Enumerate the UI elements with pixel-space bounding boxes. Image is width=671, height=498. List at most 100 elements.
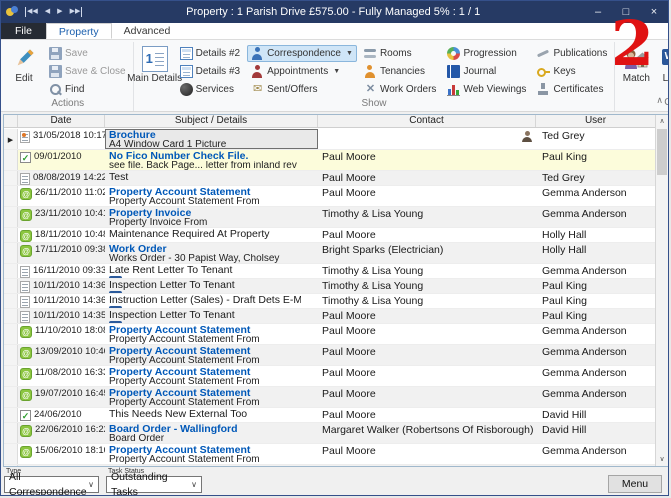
- tab-advanced[interactable]: Advanced: [112, 23, 183, 39]
- scrollbar-thumb[interactable]: [657, 129, 667, 175]
- web-viewings-button[interactable]: Web Viewings: [443, 81, 530, 98]
- progression-button[interactable]: Progression: [443, 45, 530, 62]
- ribbon-group-show: 1 Main Details Details #2 Details #3 Ser…: [134, 42, 616, 111]
- collapse-ribbon-chevron-icon[interactable]: ∧: [656, 95, 663, 106]
- publications-button[interactable]: Publications: [533, 45, 611, 62]
- cell-contact: Paul Moore: [318, 408, 536, 422]
- cell-date: @18/11/2010 10:48: [18, 228, 105, 242]
- appointments-button[interactable]: Appointments▼: [247, 63, 357, 80]
- nav-previous-button[interactable]: ◀: [45, 7, 50, 17]
- table-row[interactable]: @23/11/2010 10:41Property InvoicePropert…: [4, 207, 655, 228]
- pen-icon: [537, 47, 550, 60]
- cell-date: @23/11/2010 10:41: [18, 207, 105, 227]
- row-indicator: [4, 345, 18, 365]
- task-check-icon: ✓: [20, 410, 31, 421]
- table-row[interactable]: @13/09/2010 10:46Property Account Statem…: [4, 345, 655, 366]
- table-body: ▶31/05/2018 10:17BrochureA4 Window Card …: [4, 129, 655, 466]
- cell-user: Gemma Anderson: [536, 366, 655, 386]
- dropdown-arrow-icon: ▼: [346, 50, 353, 57]
- certificates-button[interactable]: Certificates: [533, 81, 611, 98]
- row-indicator: [4, 465, 18, 466]
- tab-file[interactable]: File: [1, 23, 46, 39]
- letter-button[interactable]: W Letter: [657, 44, 668, 84]
- cell-subject: Property Account StatementProperty Accou…: [105, 444, 318, 464]
- cell-contact: Paul Moore: [318, 444, 536, 464]
- row-indicator: [4, 423, 18, 443]
- email-at-icon: @: [20, 188, 32, 200]
- table-row[interactable]: @11/08/2010 16:33Property Account Statem…: [4, 366, 655, 387]
- cell-contact: Paul Moore: [318, 366, 536, 386]
- floppy-icon: [49, 47, 62, 60]
- table-row[interactable]: @11/10/2010 18:08Property Account Statem…: [4, 324, 655, 345]
- correspondence-button[interactable]: Correspondence▼: [247, 45, 357, 62]
- journal-button[interactable]: Journal: [443, 63, 530, 80]
- table-row[interactable]: ✓24/06/2010This Needs New External TooPa…: [4, 408, 655, 423]
- details-2-button[interactable]: Details #2: [176, 45, 244, 62]
- tab-property[interactable]: Property: [46, 23, 112, 39]
- tenancies-button[interactable]: Tenancies: [360, 63, 441, 80]
- row-indicator: [4, 294, 18, 308]
- table-row[interactable]: 16/11/2010 09:33Late Rent Letter To Tena…: [4, 264, 655, 279]
- task-status-filter-dropdown[interactable]: Outstanding Tasks∨: [106, 476, 202, 493]
- sent-offers-button[interactable]: ✉Sent/Offers: [247, 81, 357, 98]
- row-indicator: ▶: [4, 129, 18, 149]
- cell-contact: Paul Moore: [318, 465, 536, 466]
- column-header-user[interactable]: User: [536, 115, 655, 127]
- cell-user: David Hill: [536, 423, 655, 443]
- scroll-up-arrow-icon[interactable]: ∧: [656, 115, 668, 128]
- save-button[interactable]: Save: [45, 45, 130, 62]
- cell-contact: Margaret Walker (Robertsons Of Risboroug…: [318, 423, 536, 443]
- table-header: Date Subject / Details Contact User: [4, 115, 655, 128]
- minimize-button[interactable]: –: [584, 1, 612, 23]
- cell-date: ✓09/01/2010: [18, 150, 105, 170]
- row-indicator: [4, 228, 18, 242]
- save-and-close-button[interactable]: Save & Close: [45, 63, 130, 80]
- cell-contact: Timothy & Lisa Young: [318, 294, 536, 308]
- table-row[interactable]: @26/11/2010 11:02Property Account Statem…: [4, 186, 655, 207]
- column-header-date[interactable]: Date: [18, 115, 105, 127]
- nav-last-button[interactable]: ▶▶: [70, 7, 83, 17]
- cell-date: 31/05/2018 10:17: [18, 129, 105, 149]
- table-row[interactable]: @17/11/2010 09:38Work OrderWorks Order -…: [4, 243, 655, 264]
- vertical-scrollbar[interactable]: ∧ ∨: [655, 115, 668, 466]
- table-row[interactable]: @22/06/2010 16:22Board Order - Wallingfo…: [4, 423, 655, 444]
- table-row[interactable]: ✓09/01/2010No Fico Number Check File.see…: [4, 150, 655, 171]
- nav-next-button[interactable]: ▶: [57, 7, 62, 17]
- cell-user: Holly Hall: [536, 228, 655, 242]
- scroll-down-arrow-icon[interactable]: ∨: [656, 453, 668, 466]
- table-row[interactable]: ▶31/05/2018 10:17BrochureA4 Window Card …: [4, 129, 655, 150]
- table-row[interactable]: 10/11/2010 14:35Inspection Letter To Ten…: [4, 309, 655, 324]
- brochure-icon: [20, 131, 30, 143]
- details-3-button[interactable]: Details #3: [176, 63, 244, 80]
- cell-subject: Instruction Letter (Sales) - Draft Dets …: [105, 294, 318, 308]
- column-header-subject[interactable]: Subject / Details: [105, 115, 318, 127]
- services-button[interactable]: Services: [176, 81, 244, 98]
- cell-subject: Property InvoiceProperty Invoice From: [105, 207, 318, 227]
- table-row[interactable]: 14/06/2010 15:06Gas Safety Appointment L…: [4, 465, 655, 466]
- cell-user: Paul King: [536, 465, 655, 466]
- work-orders-button[interactable]: ✕Work Orders: [360, 81, 441, 98]
- column-header-contact[interactable]: Contact: [318, 115, 536, 127]
- keys-button[interactable]: Keys: [533, 63, 611, 80]
- table-row[interactable]: 08/08/2019 14:22TestPaul MooreTed Grey: [4, 171, 655, 186]
- cell-user: Gemma Anderson: [536, 444, 655, 464]
- chevron-down-icon: ∨: [191, 477, 197, 492]
- email-at-icon: @: [20, 425, 32, 437]
- table-row[interactable]: @19/07/2010 16:45Property Account Statem…: [4, 387, 655, 408]
- nav-first-button[interactable]: ◀◀: [25, 7, 38, 17]
- table-row[interactable]: @18/11/2010 10:48Maintenance Required At…: [4, 228, 655, 243]
- menu-button[interactable]: Menu: [608, 475, 662, 493]
- type-filter-dropdown[interactable]: All Correspondence∨: [4, 476, 99, 493]
- cell-subject: Test: [105, 171, 318, 185]
- form-icon: [180, 65, 193, 78]
- edit-button[interactable]: Edit: [6, 44, 42, 84]
- table-row[interactable]: 10/11/2010 14:36Inspection Letter To Ten…: [4, 279, 655, 294]
- main-details-button[interactable]: 1 Main Details: [137, 44, 173, 84]
- table-row[interactable]: @15/06/2010 18:10Property Account Statem…: [4, 444, 655, 465]
- rooms-button[interactable]: Rooms: [360, 45, 441, 62]
- cell-subject: Property Account StatementProperty Accou…: [105, 345, 318, 365]
- table-row[interactable]: 10/11/2010 14:36Instruction Letter (Sale…: [4, 294, 655, 309]
- find-button[interactable]: Find: [45, 81, 130, 98]
- cell-user: Paul King: [536, 150, 655, 170]
- row-indicator: [4, 243, 18, 263]
